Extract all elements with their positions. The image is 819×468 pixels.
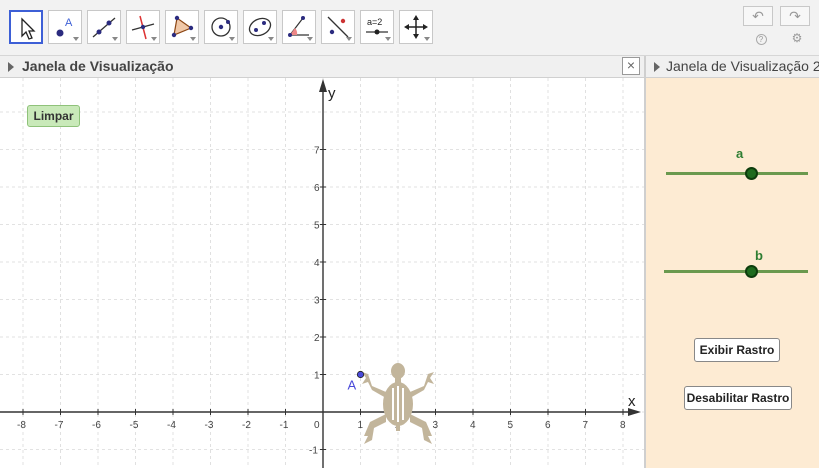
x-tick-label: 4 [470, 420, 476, 431]
help-button[interactable]: ? [751, 30, 771, 46]
slider-b-label: b [755, 248, 763, 263]
exibir-rastro-button[interactable]: Exibir Rastro [694, 338, 780, 362]
undo-button[interactable]: ↶ [743, 6, 773, 26]
x-tick-label: -3 [205, 420, 214, 431]
x-tick-label: -1 [280, 420, 289, 431]
y-tick-label: 6 [314, 183, 320, 194]
perpendicular-tool-button[interactable] [126, 10, 160, 44]
slider-a-label: a [736, 146, 744, 161]
graphics-view-2-header: Janela de Visualização 2 [646, 56, 819, 78]
redo-button[interactable]: ↷ [780, 6, 810, 26]
pointer-arrow-icon [21, 17, 36, 40]
x-axis-label: x [628, 393, 636, 410]
x-tick-label: -5 [130, 420, 139, 431]
x-tick-label: 8 [620, 420, 626, 431]
grid [0, 78, 644, 468]
slider-tool-label: a=2 [367, 17, 382, 27]
tick-labels: -8-7-6-5-4-3-2-1012345678-11234567 [17, 146, 626, 457]
slider-b-knob[interactable] [745, 265, 758, 278]
point-a[interactable] [356, 370, 365, 379]
graphics-view-title: Janela de Visualização [22, 58, 174, 74]
x-tick-label: -8 [17, 420, 26, 431]
x-tick-label: 6 [545, 420, 551, 431]
y-tick-label: 5 [314, 221, 320, 232]
x-tick-label: 3 [433, 420, 439, 431]
y-tick-label: -1 [309, 446, 318, 457]
point-tool-button[interactable]: A [48, 10, 82, 44]
point-tool-label: A [65, 17, 73, 29]
y-tick-label: 4 [314, 258, 320, 269]
conic-tool-button[interactable] [243, 10, 277, 44]
x-tick-label: -2 [242, 420, 251, 431]
graphics-view-2[interactable]: a b Exibir Rastro Desabilitar Rastro [646, 78, 819, 468]
help-icon: ? [755, 34, 767, 45]
desabilitar-rastro-button[interactable]: Desabilitar Rastro [684, 386, 792, 410]
turtle-figure[interactable] [362, 363, 434, 444]
slider-tool-button[interactable]: a=2 [360, 10, 394, 44]
toolbar: A a=2 ↶ ↷ ? ⚙ [0, 0, 819, 56]
y-tick-label: 3 [314, 296, 320, 307]
slider-a-knob[interactable] [745, 167, 758, 180]
slider-a-track[interactable] [666, 172, 808, 175]
move-view-tool-button[interactable] [399, 10, 433, 44]
angle-tool-button[interactable] [282, 10, 316, 44]
y-axis-label: y [328, 85, 336, 102]
move-tool-button[interactable] [9, 10, 43, 44]
undo-icon: ↶ [752, 8, 764, 24]
x-tick-label: 5 [508, 420, 514, 431]
line-tool-button[interactable] [87, 10, 121, 44]
circle-tool-button[interactable] [204, 10, 238, 44]
polygon-tool-button[interactable] [165, 10, 199, 44]
x-tick-label: 0 [314, 420, 320, 431]
settings-button[interactable]: ⚙ [787, 30, 807, 46]
collapse-arrow-icon[interactable] [8, 62, 14, 72]
x-tick-label: -6 [92, 420, 101, 431]
coordinate-plane[interactable]: x y -8-7-6-5-4-3-2-1012345678-11234567 [0, 78, 644, 468]
axes: x y [0, 79, 641, 468]
redo-icon: ↷ [789, 8, 801, 24]
reflect-tool-button[interactable] [321, 10, 355, 44]
limpar-button[interactable]: Limpar [27, 105, 80, 127]
slider-b-track[interactable] [664, 270, 808, 273]
x-tick-label: -4 [167, 420, 176, 431]
collapse-arrow-icon[interactable] [654, 62, 660, 72]
close-view-button[interactable]: × [622, 57, 640, 75]
y-axis-arrow [319, 79, 327, 92]
x-tick-label: -7 [55, 420, 64, 431]
gear-icon: ⚙ [791, 31, 803, 45]
graphics-view-header: Janela de Visualização × [0, 56, 644, 78]
y-tick-label: 7 [314, 146, 320, 157]
x-tick-label: 1 [358, 420, 364, 431]
point-a-label: A [348, 378, 357, 393]
y-tick-label: 2 [314, 333, 320, 344]
x-tick-label: 7 [583, 420, 589, 431]
graphics-view-2-title: Janela de Visualização 2 [666, 58, 819, 74]
y-tick-label: 1 [314, 371, 320, 382]
graphics-view[interactable]: x y -8-7-6-5-4-3-2-1012345678-11234567 [0, 78, 644, 468]
